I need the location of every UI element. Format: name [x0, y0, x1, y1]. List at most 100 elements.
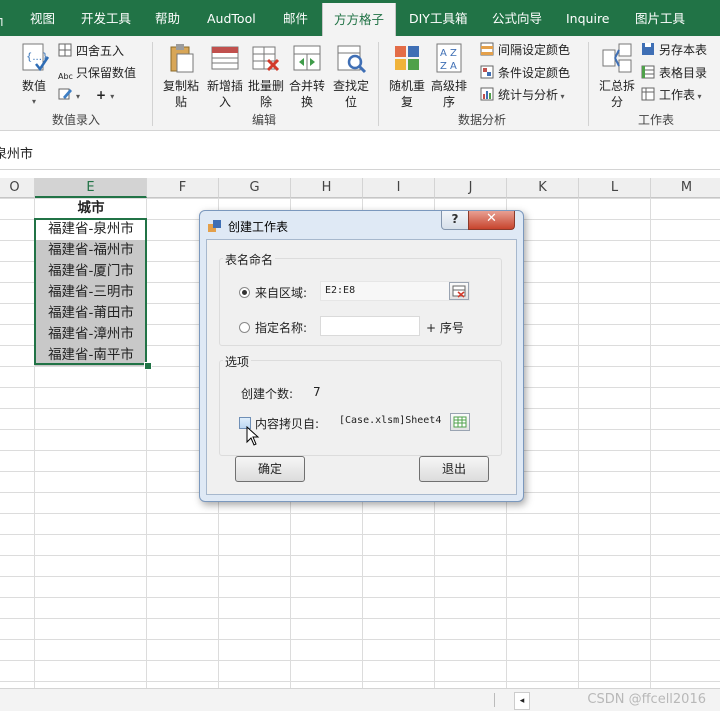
column-header-l[interactable]: L — [579, 178, 651, 198]
copy-from-label: 内容拷贝自: — [255, 417, 320, 431]
summary-split-label: 汇总拆 分 — [598, 79, 635, 109]
ok-button[interactable]: 确定 — [235, 456, 305, 482]
batch-delete-label: 批量删 除 — [247, 79, 284, 109]
column-header-m[interactable]: M — [651, 178, 720, 198]
sheet-picker-icon — [453, 416, 467, 428]
specify-name-field[interactable] — [320, 316, 420, 336]
clipboard-icon — [165, 42, 197, 74]
tab-mail[interactable]: 邮件 — [283, 0, 308, 36]
worksheet-menu-button[interactable]: 工作表 ▾ — [641, 86, 702, 104]
ribbon-tab-bar: ┐ 视图 开发工具 帮助 AudTool 邮件 方方格子 DIY工具箱 公式向导… — [0, 0, 720, 40]
exit-button[interactable]: 退出 — [419, 456, 489, 482]
column-header-j[interactable]: J — [435, 178, 507, 198]
from-range-label: 来自区域: — [255, 286, 308, 300]
random-icon — [391, 42, 423, 74]
random-repeat-button[interactable]: 随机重 复 — [384, 42, 430, 110]
specify-name-label: 指定名称: — [255, 321, 308, 335]
sheet-picker-button[interactable] — [450, 413, 470, 431]
plus-seq-label: + 序号 — [426, 321, 464, 335]
round-button[interactable]: 四舍五入 — [58, 42, 124, 60]
value-icon: {...} — [18, 42, 50, 74]
advanced-sort-button[interactable]: AZZA 高级排 序 — [426, 42, 472, 110]
grid-line — [650, 198, 651, 688]
value-button-label: 数值 — [21, 79, 46, 93]
tab-audtool[interactable]: AudTool — [207, 0, 256, 36]
interval-color-button[interactable]: 间隔设定颜色 — [480, 41, 570, 59]
worksheet-group-label: 工作表 — [638, 113, 675, 127]
svg-text:A: A — [450, 61, 457, 72]
tab-inquire[interactable]: Inquire — [566, 0, 610, 36]
from-range-radio[interactable] — [239, 287, 250, 298]
stripes-icon — [480, 42, 494, 56]
tab-view[interactable]: 视图 — [30, 0, 55, 36]
summary-split-button[interactable]: 汇总拆 分 — [594, 42, 640, 110]
range-picker-button[interactable] — [449, 282, 469, 300]
merge-convert-button[interactable]: 合并转 换 — [284, 42, 330, 110]
from-range-field[interactable]: E2:E8 — [320, 281, 470, 301]
column-header-h[interactable]: H — [291, 178, 363, 198]
naming-legend: 表名命名 — [223, 251, 276, 268]
stats-icon — [480, 87, 494, 101]
column-header-g[interactable]: G — [219, 178, 291, 198]
value-button[interactable]: {...} 数值 ▾ — [14, 42, 54, 110]
analysis-group-label: 数据分析 — [458, 113, 507, 127]
tab-diy-toolbox[interactable]: DIY工具箱 — [409, 0, 467, 36]
keep-value-button[interactable]: Abc 只保留数值 — [58, 64, 136, 82]
worksheet-menu-label: 工作表 — [659, 88, 696, 102]
table-dir-button[interactable]: 表格目录 — [641, 64, 707, 82]
formula-bar-value: 泉州市 — [0, 147, 34, 162]
numeric-entry-group-label: 数值录入 — [52, 113, 101, 127]
round-label: 四舍五入 — [76, 44, 125, 58]
tab-partial[interactable]: ┐ — [0, 0, 6, 36]
formula-bar[interactable]: 泉州市 — [0, 131, 720, 170]
group-separator — [588, 42, 589, 126]
column-header-k[interactable]: K — [507, 178, 579, 198]
plus-button[interactable]: + ▾ — [96, 86, 114, 104]
save-as-label: 另存本表 — [659, 43, 708, 57]
range-picker-icon — [452, 285, 466, 298]
column-header-i[interactable]: I — [363, 178, 435, 198]
split-icon — [601, 42, 633, 74]
find-locate-button[interactable]: 查找定 位 — [328, 42, 374, 110]
options-legend: 选项 — [223, 353, 252, 370]
cell-header-city[interactable]: 城市 — [35, 198, 147, 219]
batch-delete-button[interactable]: 批量删 除 — [243, 42, 289, 110]
column-header-e[interactable]: E — [35, 178, 147, 198]
column-header-f[interactable]: F — [147, 178, 219, 198]
save-as-button[interactable]: 另存本表 — [641, 41, 707, 59]
app-icon — [208, 219, 222, 233]
svg-text:Z: Z — [450, 48, 457, 59]
edit-group-label: 编辑 — [252, 113, 277, 127]
cond-color-button[interactable]: 条件设定颜色 — [480, 64, 570, 82]
advanced-sort-label: 高级排 序 — [430, 79, 467, 109]
delete-table-icon — [250, 42, 282, 74]
fill-handle[interactable] — [144, 362, 152, 370]
tab-formula-wizard[interactable]: 公式向导 — [492, 0, 542, 36]
scroll-left-icon[interactable]: ◂ — [514, 692, 530, 710]
help-button[interactable]: ? — [441, 211, 469, 230]
create-count-value: 7 — [313, 385, 321, 399]
svg-text:Z: Z — [440, 61, 447, 72]
merge-convert-label: 合并转 换 — [288, 79, 325, 109]
copy-paste-label: 复制粘 贴 — [162, 79, 199, 109]
column-header-o[interactable]: O — [0, 178, 35, 198]
insert-icon — [209, 42, 241, 74]
sort-az-icon: AZZA — [433, 42, 465, 74]
insert-button[interactable]: 新增插 入 — [202, 42, 248, 110]
cond-format-icon — [480, 65, 494, 79]
tab-developer[interactable]: 开发工具 — [81, 0, 131, 36]
find-locate-label: 查找定 位 — [332, 79, 369, 109]
group-separator — [378, 42, 379, 126]
copy-from-field[interactable]: [Case.xlsm]Sheet4 — [335, 412, 447, 432]
tab-picture-tools[interactable]: 图片工具 — [635, 0, 685, 36]
insert-label: 新增插 入 — [206, 79, 243, 109]
tab-ffcell[interactable]: 方方格子 — [322, 3, 396, 40]
stats-button[interactable]: 统计与分析 ▾ — [480, 86, 565, 104]
edit-tool-button[interactable]: ▾ — [58, 86, 80, 104]
tab-help[interactable]: 帮助 — [155, 0, 180, 36]
status-divider — [494, 693, 495, 707]
specify-name-radio[interactable] — [239, 322, 250, 333]
close-button[interactable]: ✕ — [468, 211, 515, 230]
copy-paste-button[interactable]: 复制粘 贴 — [158, 42, 204, 110]
abc-icon: Abc — [58, 72, 73, 81]
